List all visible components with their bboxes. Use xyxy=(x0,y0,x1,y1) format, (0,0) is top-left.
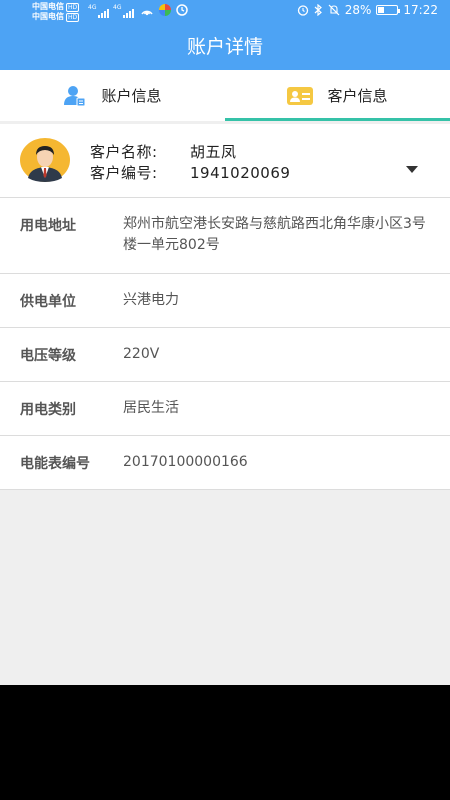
signal-icon-1: 4G xyxy=(88,4,110,18)
customer-code-value: 1941020069 xyxy=(190,164,291,182)
customer-name-line: 客户名称: 胡五凤 xyxy=(90,141,237,162)
detail-value: 居民生活 xyxy=(123,400,179,416)
detail-row-address: 用电地址 郑州市航空港长安路与慈航路西北角华康小区3号楼一单元802号 xyxy=(0,198,450,274)
detail-row-meter-number: 电能表编号 20170100000166 xyxy=(0,436,450,490)
account-user-icon xyxy=(64,85,86,106)
detail-row-supplier: 供电单位 兴港电力 xyxy=(0,274,450,328)
sync-icon xyxy=(176,4,188,16)
alarm-icon xyxy=(297,5,308,16)
detail-key: 用电地址 xyxy=(20,218,76,234)
detail-value: 兴港电力 xyxy=(123,292,179,308)
detail-key: 电能表编号 xyxy=(20,455,90,472)
detail-key: 供电单位 xyxy=(20,293,76,310)
detail-row-usage-type: 用电类别 居民生活 xyxy=(0,382,450,436)
detail-value: 20170100000166 xyxy=(123,454,248,470)
detail-key: 电压等级 xyxy=(20,347,76,364)
status-time: 17:22 xyxy=(403,3,438,17)
tab-account-info[interactable]: 账户信息 xyxy=(0,70,225,121)
tab-account-info-label: 账户信息 xyxy=(101,87,162,105)
bluetooth-icon xyxy=(314,4,322,16)
customer-code-line: 客户编号: 1941020069 xyxy=(90,162,290,183)
avatar xyxy=(20,138,70,182)
carrier-1: 中国电信 xyxy=(32,2,64,11)
battery-percent: 28% xyxy=(344,3,372,17)
carrier-info: 中国电信 HD 中国电信 HD xyxy=(32,2,80,22)
battery-icon xyxy=(376,5,401,15)
customer-details-list: 用电地址 郑州市航空港长安路与慈航路西北角华康小区3号楼一单元802号 供电单位… xyxy=(0,198,450,490)
id-card-icon xyxy=(287,86,314,105)
customer-name-value: 胡五凤 xyxy=(190,143,237,161)
signal-icon-2: 4G xyxy=(113,4,135,18)
network-type-1: 4G xyxy=(88,4,97,11)
hotspot-icon xyxy=(141,10,153,16)
app-notification-icon xyxy=(159,4,171,16)
detail-value: 220V xyxy=(123,346,160,362)
battery-fill xyxy=(378,7,384,13)
hd-badge-2: HD xyxy=(66,13,80,22)
dropdown-arrow-icon[interactable] xyxy=(406,166,418,173)
app-screen: 中国电信 HD 中国电信 HD 4G 4G 28% 17:22 账户详情 账户信… xyxy=(0,0,450,685)
status-bar: 中国电信 HD 中国电信 HD 4G 4G 28% 17:22 xyxy=(0,0,450,24)
detail-value: 郑州市航空港长安路与慈航路西北角华康小区3号楼一单元802号 xyxy=(123,216,426,253)
status-right-group: 28% 17:22 xyxy=(297,3,438,17)
detail-row-voltage: 电压等级 220V xyxy=(0,328,450,382)
tab-bar: 账户信息 客户信息 xyxy=(0,70,450,121)
carrier-2: 中国电信 xyxy=(32,12,64,21)
customer-selector[interactable]: 客户名称: 胡五凤 客户编号: 1941020069 xyxy=(0,124,450,198)
detail-key: 用电类别 xyxy=(20,401,76,418)
page-title: 账户详情 xyxy=(0,24,450,70)
tab-customer-info[interactable]: 客户信息 xyxy=(225,70,450,121)
mute-icon xyxy=(328,4,340,16)
notification-icons xyxy=(140,4,188,16)
network-type-2: 4G xyxy=(113,4,122,11)
hd-badge-1: HD xyxy=(66,3,80,12)
customer-name-label: 客户名称: xyxy=(90,143,158,161)
tab-customer-info-label: 客户信息 xyxy=(327,87,388,105)
customer-code-label: 客户编号: xyxy=(90,164,158,182)
